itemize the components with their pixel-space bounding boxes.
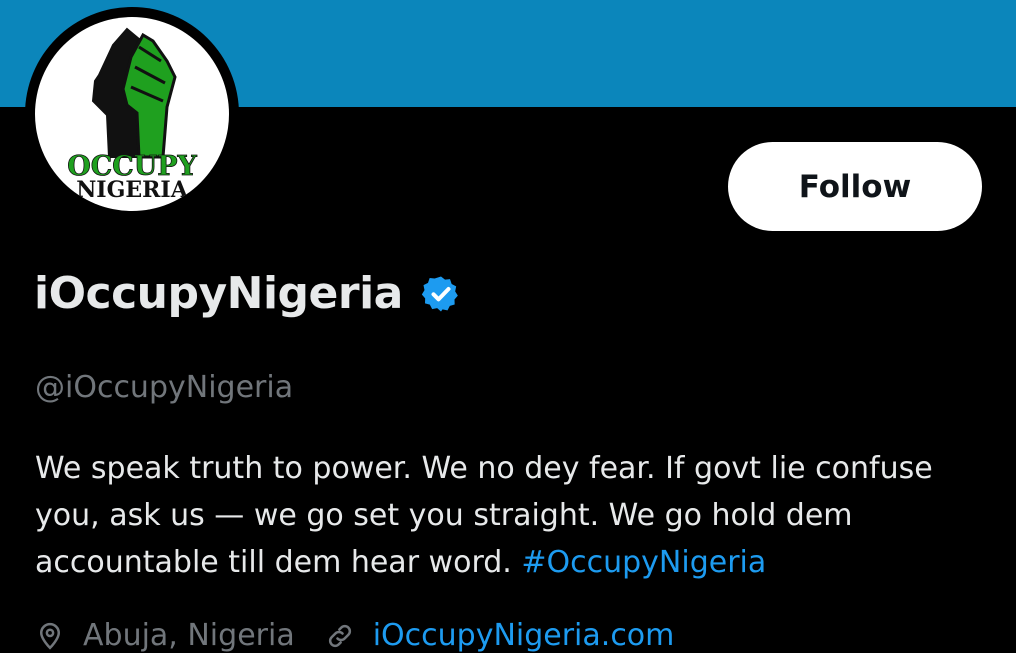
display-name: iOccupyNigeria	[34, 268, 403, 319]
handle: @iOccupyNigeria	[35, 370, 294, 405]
bio-hashtag-link[interactable]: #OccupyNigeria	[521, 545, 766, 580]
link-icon	[328, 624, 351, 647]
occupy-nigeria-logo: OCCUPY NIGERIA	[67, 27, 198, 203]
location-icon	[39, 622, 61, 650]
logo-text-bottom: NIGERIA	[76, 177, 189, 203]
bio-text: We speak truth to power. We no dey fear.…	[35, 451, 933, 580]
avatar[interactable]: OCCUPY NIGERIA	[35, 17, 229, 211]
follow-button[interactable]: Follow	[728, 142, 982, 231]
display-name-row: iOccupyNigeria	[34, 268, 461, 319]
website-link[interactable]: iOccupyNigeria.com	[373, 618, 675, 653]
profile-meta: Abuja, Nigeria iOccupyNigeria.com	[35, 618, 674, 653]
verified-badge-icon[interactable]	[421, 274, 461, 314]
bio: We speak truth to power. We no dey fear.…	[35, 445, 985, 586]
location-text: Abuja, Nigeria	[83, 618, 295, 653]
